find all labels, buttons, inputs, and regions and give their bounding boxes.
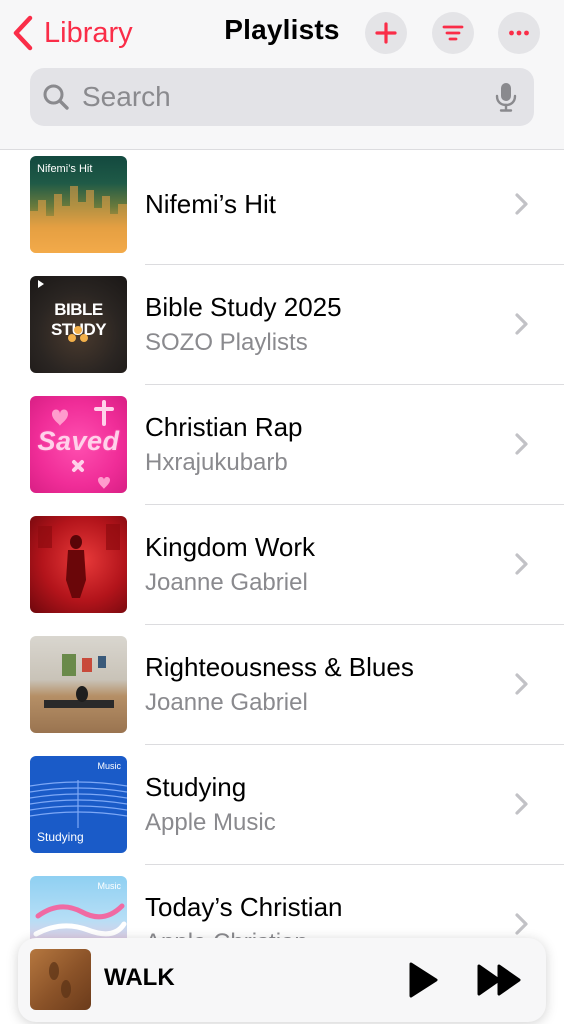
playlist-curator: SOZO Playlists — [145, 328, 308, 356]
playlist-row-righteousness-blues[interactable]: Righteousness & Blues Joanne Gabriel — [0, 631, 564, 751]
back-button-label: Library — [44, 16, 133, 49]
playlist-row-bible-study-2025[interactable]: BIBLE STUDY Bible Study 2025 SOZO Playli… — [0, 271, 564, 391]
playlist-curator: Joanne Gabriel — [145, 568, 308, 596]
playlist-curator: Joanne Gabriel — [145, 688, 308, 716]
row-divider — [145, 864, 564, 865]
playlist-artwork — [30, 516, 127, 613]
playlist-title: Nifemi’s Hit — [145, 188, 276, 219]
playlist-list: Nifemi’s Hit Nifemi’s Hit BIBLE STUDY Bi… — [0, 151, 564, 991]
playlist-row-nifemis-hit[interactable]: Nifemi’s Hit Nifemi’s Hit — [0, 151, 564, 271]
more-options-button[interactable] — [498, 12, 540, 54]
playlist-artwork: Music Studying — [30, 756, 127, 853]
playlist-title: Bible Study 2025 — [145, 291, 342, 322]
gallery-art — [44, 654, 114, 708]
playlist-title: Kingdom Work — [145, 531, 316, 562]
now-playing-artwork — [30, 949, 91, 1010]
chevron-right-icon — [515, 433, 528, 455]
row-divider — [145, 624, 564, 625]
playlist-artwork: Saved — [30, 396, 127, 493]
back-to-library-button[interactable]: Library — [10, 12, 133, 54]
search-bar[interactable] — [30, 68, 534, 126]
chevron-right-icon — [515, 553, 528, 575]
chevron-right-icon — [515, 313, 528, 335]
chevron-right-icon — [515, 193, 528, 215]
chevron-right-icon — [515, 673, 528, 695]
microphone-icon[interactable] — [492, 81, 520, 113]
apple-music-badge: Music — [97, 881, 121, 891]
now-playing-title: WALK — [104, 964, 175, 991]
row-divider — [145, 504, 564, 505]
add-playlist-button[interactable] — [365, 12, 407, 54]
playlist-artwork — [30, 636, 127, 733]
footprints-art — [49, 962, 71, 998]
playlist-title: Righteousness & Blues — [145, 651, 414, 682]
ellipsis-icon — [509, 30, 529, 36]
sort-button[interactable] — [432, 12, 474, 54]
magnifying-glass-icon — [43, 84, 69, 110]
apple-music-badge: Music — [97, 761, 121, 771]
candles-art — [38, 280, 88, 342]
playlist-title: Today’s Christian — [145, 891, 343, 922]
play-icon[interactable] — [406, 960, 440, 1000]
fast-forward-icon[interactable] — [476, 960, 524, 1000]
sort-lines-icon — [442, 25, 464, 41]
artwork-text: Nifemi’s Hit — [37, 163, 93, 175]
search-input[interactable] — [82, 81, 492, 113]
chevron-left-icon — [13, 15, 33, 51]
playlist-title: Christian Rap — [145, 411, 303, 442]
playlist-curator: Hxrajukubarb — [145, 448, 288, 476]
playlist-title: Studying — [145, 771, 247, 802]
plus-icon — [375, 22, 397, 44]
artwork-text: Studying — [37, 830, 84, 844]
row-divider — [145, 744, 564, 745]
playlist-row-christian-rap[interactable]: Saved Christian Rap Hxrajukubarb — [0, 391, 564, 511]
chevron-right-icon — [515, 793, 528, 815]
row-divider — [145, 264, 564, 265]
playlist-row-studying[interactable]: Music Studying Studying Apple Music — [0, 751, 564, 871]
artwork-text: Saved — [37, 426, 120, 456]
playlist-row-kingdom-work[interactable]: Kingdom Work Joanne Gabriel — [0, 511, 564, 631]
playlist-artwork: Nifemi’s Hit — [30, 156, 127, 253]
figure-art — [38, 524, 120, 598]
navigation-header: Library Playlists — [0, 0, 564, 150]
playlist-artwork: BIBLE STUDY — [30, 276, 127, 373]
mini-player[interactable]: WALK — [18, 938, 546, 1022]
chevron-right-icon — [515, 913, 528, 935]
row-divider — [145, 384, 564, 385]
playlist-curator: Apple Music — [145, 808, 276, 836]
